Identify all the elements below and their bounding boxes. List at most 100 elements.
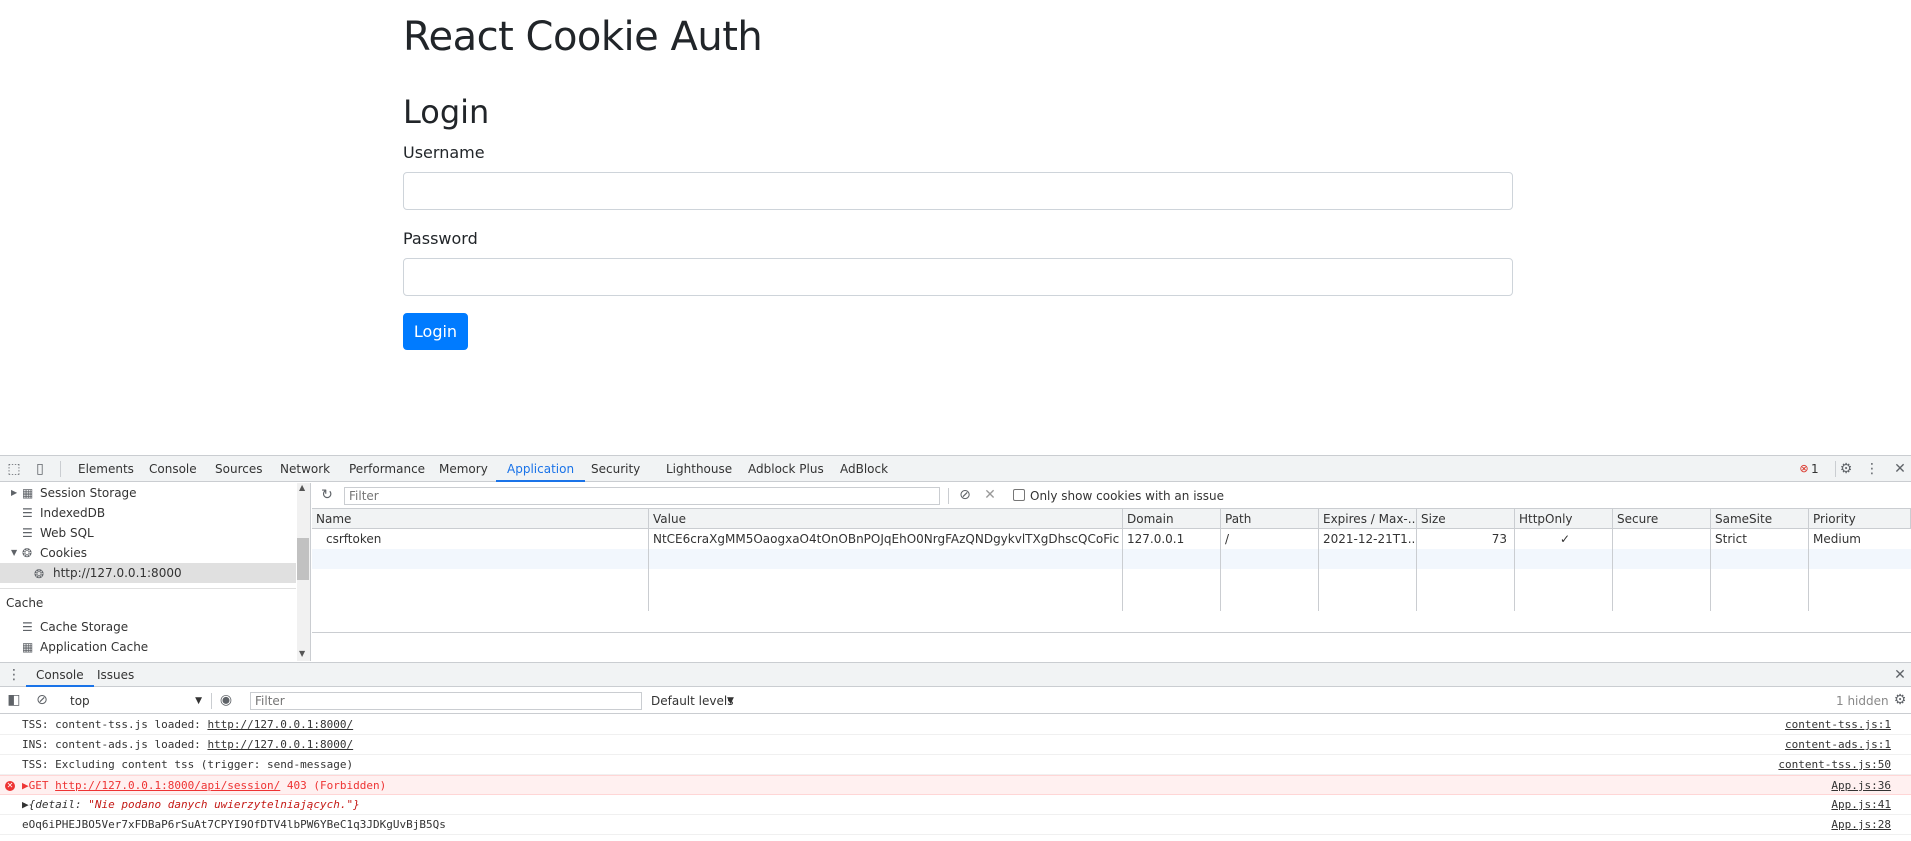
sidebar-toggle-icon[interactable]: ◧ [6, 692, 22, 708]
console-object-message[interactable]: ▶{detail: "Nie podano danych uwierzyteln… [0, 795, 1911, 815]
cookie-domain-cell[interactable]: 127.0.0.1 [1123, 529, 1219, 549]
context-select-value: top [70, 694, 90, 708]
login-button[interactable]: Login [403, 313, 468, 350]
column-header-domain[interactable]: Domain [1123, 509, 1221, 529]
source-link[interactable]: content-ads.js:1 [1785, 735, 1891, 755]
source-link[interactable]: App.js:28 [1831, 815, 1891, 835]
source-link[interactable]: content-tss.js:50 [1778, 755, 1891, 775]
source-link[interactable]: App.js:41 [1831, 795, 1891, 815]
console-message-text: ▶{detail: "Nie podano danych uwierzyteln… [22, 795, 360, 815]
eye-icon[interactable]: ◉ [218, 692, 234, 708]
delete-selected-icon[interactable]: ✕ [982, 487, 998, 503]
clear-all-icon[interactable]: ⊘ [957, 487, 973, 503]
sidebar-item-session-storage[interactable]: Session Storage [40, 483, 137, 503]
only-issues-label: Only show cookies with an issue [1030, 489, 1225, 503]
cookie-httponly-cell[interactable]: ✓ [1515, 529, 1611, 549]
scroll-down-arrow-icon[interactable]: ▼ [299, 649, 305, 658]
tab-memory[interactable]: Memory [439, 456, 488, 482]
column-header-value[interactable]: Value [649, 509, 1123, 529]
column-header-size[interactable]: Size [1417, 509, 1515, 529]
expand-arrow-icon[interactable]: ▶ [11, 488, 17, 497]
tab-adblock-plus[interactable]: Adblock Plus [748, 456, 824, 482]
cookie-path-cell[interactable]: / [1221, 529, 1317, 549]
tab-console[interactable]: Console [149, 456, 197, 482]
source-link[interactable]: App.js:36 [1831, 776, 1891, 796]
column-header-name[interactable]: Name [312, 509, 649, 529]
error-icon: ✕ [5, 781, 15, 791]
device-toolbar-icon[interactable]: ▯ [32, 461, 48, 477]
message-url-link[interactable]: http://127.0.0.1:8000/api/session/ [55, 779, 280, 792]
console-settings-gear-icon[interactable]: ⚙ [1892, 692, 1908, 708]
column-header-httponly[interactable]: HttpOnly [1515, 509, 1613, 529]
message-url-link[interactable]: http://127.0.0.1:8000/ [207, 738, 353, 751]
cookie-size-cell[interactable]: 73 [1417, 529, 1511, 549]
object-prefix[interactable]: ▶{detail: [22, 798, 88, 811]
drawer-menu-icon[interactable]: ⋮ [6, 667, 22, 683]
message-status: 403 (Forbidden) [280, 779, 387, 792]
tab-adblock[interactable]: AdBlock [840, 456, 888, 482]
column-header-priority[interactable]: Priority [1809, 509, 1911, 529]
tab-performance[interactable]: Performance [349, 456, 425, 482]
application-sidebar: ▶ ▦ Session Storage ☰ IndexedDB ☰ Web SQ… [0, 483, 311, 661]
console-message-text: TSS: content-tss.js loaded: http://127.0… [22, 715, 353, 735]
close-drawer-icon[interactable]: ✕ [1892, 667, 1908, 683]
sidebar-item-indexeddb[interactable]: IndexedDB [40, 503, 105, 523]
cookie-expires-cell[interactable]: 2021-12-21T1... [1319, 529, 1415, 549]
cookie-samesite-cell[interactable]: Strict [1711, 529, 1807, 549]
cookie-secure-cell[interactable] [1613, 529, 1709, 549]
tab-elements[interactable]: Elements [78, 456, 134, 482]
dropdown-arrow-icon: ▼ [195, 696, 202, 706]
cookies-toolbar: ↻ ⊘ ✕ Only show cookies with an issue [312, 483, 1911, 509]
dropdown-arrow-icon[interactable]: ▼ [727, 688, 734, 714]
hidden-count: 1 hidden [1836, 694, 1889, 708]
clear-console-icon[interactable]: ⊘ [34, 692, 50, 708]
error-count[interactable]: 1 [1811, 456, 1819, 482]
cookie-name-cell[interactable]: csrftoken [322, 529, 642, 549]
table-row-empty [312, 549, 1911, 569]
sidebar-scrollbar-thumb[interactable] [297, 538, 309, 580]
message-url-link[interactable]: http://127.0.0.1:8000/ [207, 718, 353, 731]
only-issues-checkbox[interactable] [1013, 489, 1025, 501]
tab-sources[interactable]: Sources [215, 456, 262, 482]
sidebar-item-cache-storage[interactable]: Cache Storage [40, 617, 128, 637]
error-icon[interactable]: ⊗ [1796, 461, 1812, 477]
message-prefix[interactable]: ▶GET [22, 779, 55, 792]
drawer-tab-console[interactable]: Console [26, 663, 94, 687]
log-levels-select[interactable]: Default levels [651, 688, 733, 714]
message-text: TSS: Excluding content tss (trigger: sen… [22, 758, 354, 771]
tab-security[interactable]: Security [591, 456, 640, 482]
gear-icon[interactable]: ⚙ [1838, 461, 1854, 477]
inspect-element-icon[interactable]: ⬚ [6, 461, 22, 477]
refresh-icon[interactable]: ↻ [319, 487, 335, 503]
tab-application[interactable]: Application [496, 456, 586, 482]
sidebar-item-web-sql[interactable]: Web SQL [40, 523, 94, 543]
cookie-priority-cell[interactable]: Medium [1809, 529, 1909, 549]
more-menu-icon[interactable]: ⋮ [1864, 461, 1880, 477]
username-input[interactable] [403, 172, 1513, 210]
cookies-filter-input[interactable] [344, 487, 940, 505]
context-select[interactable]: top ▼ [62, 692, 202, 710]
cookie-value-cell[interactable]: NtCE6craXgMM5OaogxaO4tOnOBnPOJqEhO0NrgFA… [649, 529, 1119, 549]
source-link[interactable]: content-tss.js:1 [1785, 715, 1891, 735]
tab-network[interactable]: Network [280, 456, 330, 482]
grid-icon: ▦ [22, 486, 34, 500]
column-header-secure[interactable]: Secure [1613, 509, 1711, 529]
close-icon[interactable]: ✕ [1892, 461, 1908, 477]
column-header-path[interactable]: Path [1221, 509, 1319, 529]
sidebar-item-cookies[interactable]: Cookies [40, 543, 87, 563]
console-filter-input[interactable] [250, 692, 642, 710]
drawer-tab-issues[interactable]: Issues [97, 663, 134, 687]
sidebar-item-selected-origin[interactable]: ❂ http://127.0.0.1:8000 [0, 563, 296, 583]
console-message: INS: content-ads.js loaded: http://127.0… [0, 735, 1911, 755]
column-header-expires[interactable]: Expires / Max-... [1319, 509, 1417, 529]
column-header-samesite[interactable]: SameSite [1711, 509, 1809, 529]
console-message: eOq6iPHEJBO5Ver7xFDBaP6rSuAt7CPYI9OfDTV4… [0, 815, 1911, 835]
console-message-text: ▶GET http://127.0.0.1:8000/api/session/ … [22, 776, 386, 796]
scroll-up-arrow-icon[interactable]: ▲ [299, 483, 305, 492]
password-input[interactable] [403, 258, 1513, 296]
sidebar-item-application-cache[interactable]: Application Cache [40, 637, 148, 657]
tab-lighthouse[interactable]: Lighthouse [666, 456, 732, 482]
collapse-arrow-icon[interactable]: ▼ [11, 548, 17, 557]
console-toolbar: ◧ ⊘ top ▼ ◉ Default levels ▼ 1 hidden ⚙ [0, 688, 1911, 714]
cookie-icon: ❂ [22, 546, 33, 560]
